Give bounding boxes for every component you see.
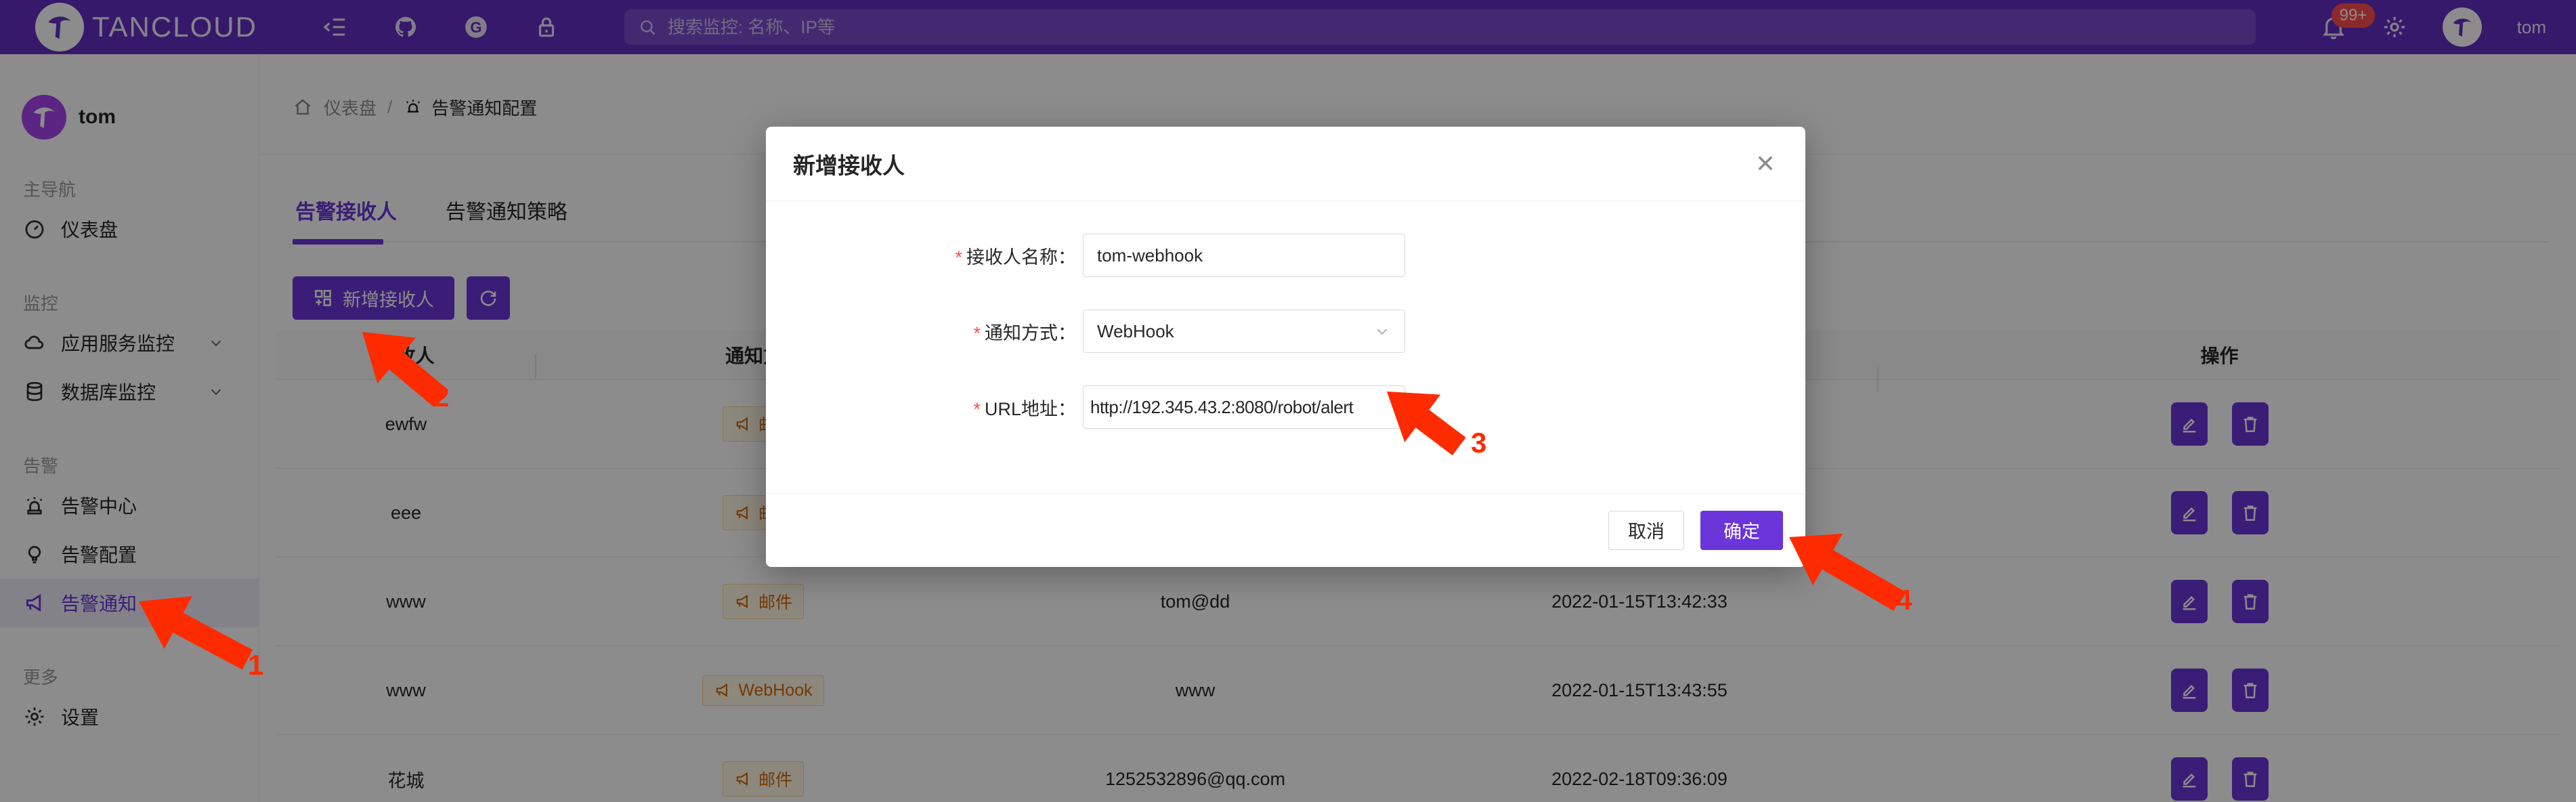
add-receiver-modal: 新增接收人 ✕ *接收人名称： *通知方式： WebHook <box>766 127 1805 567</box>
modal-footer: 取消 确定 <box>766 493 1805 566</box>
select-value: WebHook <box>1097 321 1174 342</box>
webhook-url-input[interactable] <box>1083 385 1405 429</box>
modal-title: 新增接收人 <box>793 148 905 180</box>
app-root: TANCLOUD G <box>0 0 2576 802</box>
chevron-down-icon <box>1373 322 1391 340</box>
field-label: *通知方式： <box>785 318 1076 345</box>
required-mark: * <box>973 323 981 343</box>
form-row-receiver-name: *接收人名称： <box>785 234 1805 277</box>
modal-body: *接收人名称： *通知方式： WebHook *URL地址： <box>766 201 1805 493</box>
receiver-name-input[interactable] <box>1083 234 1405 277</box>
required-mark: * <box>973 399 981 419</box>
form-row-url: *URL地址： <box>785 385 1805 429</box>
field-label: *URL地址： <box>785 394 1076 421</box>
cancel-button[interactable]: 取消 <box>1608 511 1684 550</box>
notify-method-select[interactable]: WebHook <box>1083 310 1405 353</box>
close-icon[interactable]: ✕ <box>1748 147 1782 181</box>
form-row-notify-method: *通知方式： WebHook <box>785 310 1805 353</box>
modal-header: 新增接收人 ✕ <box>766 127 1805 201</box>
confirm-button[interactable]: 确定 <box>1700 511 1783 550</box>
required-mark: * <box>955 247 962 268</box>
field-label: *接收人名称： <box>785 242 1076 269</box>
